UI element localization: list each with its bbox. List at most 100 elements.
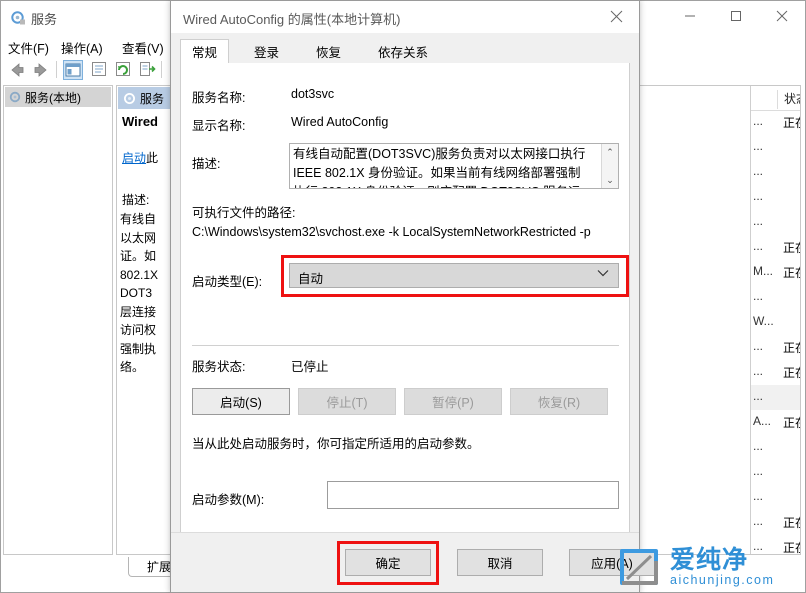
maximize-button[interactable] xyxy=(713,1,759,31)
close-icon[interactable] xyxy=(759,1,805,31)
details-service-title: Wired xyxy=(122,114,158,129)
sidebar-item-services-local[interactable]: 服务(本地) xyxy=(5,87,111,107)
cell-status: 正在... xyxy=(783,266,800,280)
table-row[interactable]: ...手动 xyxy=(751,385,800,410)
service-status-value: 已停止 xyxy=(291,360,329,374)
details-description-line: 络。 xyxy=(120,360,145,374)
forward-arrow-icon[interactable] xyxy=(31,60,51,80)
refresh-icon[interactable] xyxy=(114,60,134,80)
display-name-value: Wired AutoConfig xyxy=(291,115,389,129)
description-label: 描述: xyxy=(192,157,221,171)
cell-name: ... xyxy=(753,139,764,153)
start-service-button[interactable]: 启动(S) xyxy=(192,388,290,415)
executable-path-value: C:\Windows\system32\svchost.exe -k Local… xyxy=(192,225,591,239)
description-textarea[interactable]: 有线自动配置(DOT3SVC)服务负责对以太网接口执行 IEEE 802.1X … xyxy=(289,143,619,189)
dialog-close-icon[interactable] xyxy=(593,1,639,32)
dialog-title: Wired AutoConfig 的属性(本地计算机) xyxy=(183,12,401,27)
cell-name: ... xyxy=(753,464,764,478)
scroll-down-icon[interactable]: ⌄ xyxy=(602,172,618,188)
cell-status: 正在... xyxy=(783,516,800,530)
watermark-cn-text: 爱纯净 xyxy=(670,546,749,574)
start-params-input[interactable] xyxy=(327,481,619,509)
chevron-down-icon xyxy=(597,269,609,280)
table-row[interactable]: ...手动 xyxy=(751,485,800,510)
cell-name: ... xyxy=(753,189,764,203)
service-name-value: dot3svc xyxy=(291,87,335,101)
details-description-label: 描述: xyxy=(122,193,150,207)
cell-status: 正在... xyxy=(783,366,800,380)
cell-name: W... xyxy=(753,314,774,328)
tab-dependencies[interactable]: 依存关系 xyxy=(367,39,439,63)
cell-name: ... xyxy=(753,164,764,178)
details-description-line: DOT3 xyxy=(120,286,153,300)
tab-general[interactable]: 常规 xyxy=(180,39,230,64)
table-row[interactable]: W...手动(触发... xyxy=(751,310,800,335)
column-header-status[interactable]: 状态 xyxy=(777,90,800,109)
details-description-line: 证。如 xyxy=(120,249,157,263)
table-row[interactable]: A...正在...自动 xyxy=(751,410,800,435)
ok-button[interactable]: 确定 xyxy=(345,549,431,576)
details-action-link[interactable]: 启动此 xyxy=(122,149,158,166)
details-description-text: 有线自 以太网 证。如 802.1X DOT3 层连接 访问权 强制执 络。 xyxy=(120,210,176,377)
start-params-label: 启动参数(M): xyxy=(192,493,265,507)
table-row[interactable]: ...手动 xyxy=(751,460,800,485)
sidebar-item-label: 服务(本地) xyxy=(25,90,81,105)
show-hide-tree-icon[interactable] xyxy=(63,60,83,80)
properties-icon[interactable] xyxy=(90,60,110,80)
cell-name: ... xyxy=(753,289,764,303)
tab-recovery[interactable]: 恢复 xyxy=(305,39,352,63)
table-row[interactable]: ...手动(触发... xyxy=(751,160,800,185)
tab-logon[interactable]: 登录 xyxy=(243,39,290,63)
cell-name: ... xyxy=(753,239,764,253)
table-row[interactable]: ...正在...自动 xyxy=(751,510,800,535)
table-row[interactable]: ...正在...手动 xyxy=(751,335,800,360)
details-description-line: 有线自 xyxy=(120,212,157,226)
services-gear-icon xyxy=(122,91,137,106)
cell-name: ... xyxy=(753,439,764,453)
scroll-up-icon[interactable]: ⌃ xyxy=(602,144,618,160)
menu-item-view[interactable]: 查看(V) xyxy=(122,38,164,57)
cell-name: ... xyxy=(753,489,764,503)
dialog-tabstrip: 常规 登录 恢复 依存关系 xyxy=(180,39,630,64)
toolbar-divider-2 xyxy=(161,61,162,78)
pause-service-button: 暂停(P) xyxy=(404,388,502,415)
cell-name: ... xyxy=(753,389,764,403)
table-row[interactable]: ...手动 xyxy=(751,185,800,210)
aichunjing-logo-icon xyxy=(616,547,662,587)
back-arrow-icon[interactable] xyxy=(7,60,27,80)
table-row[interactable]: ...正在...手动 xyxy=(751,360,800,385)
cancel-button[interactable]: 取消 xyxy=(457,549,543,576)
service-status-label: 服务状态: xyxy=(192,360,246,374)
divider xyxy=(192,345,619,346)
dialog-footer: 确定 取消 应用(A) xyxy=(171,532,655,592)
services-gear-icon xyxy=(8,90,22,104)
description-text: 有线自动配置(DOT3SVC)服务负责对以太网接口执行 IEEE 802.1X … xyxy=(293,147,586,188)
services-tree-pane: 服务(本地) xyxy=(3,85,113,555)
cell-name: A... xyxy=(753,414,772,428)
table-row[interactable]: ...手动 xyxy=(751,210,800,235)
menu-item-file[interactable]: 文件(F) xyxy=(8,38,49,57)
minimize-button[interactable] xyxy=(667,1,713,31)
service-properties-dialog: Wired AutoConfig 的属性(本地计算机) 常规 登录 恢复 依存关… xyxy=(170,0,655,593)
services-list-header: 状态 启动类型 xyxy=(751,88,800,111)
resume-service-button: 恢复(R) xyxy=(510,388,608,415)
startup-type-value: 自动 xyxy=(298,272,324,286)
startup-type-combo[interactable]: 自动 xyxy=(289,263,619,288)
details-description-line: 访问权 xyxy=(120,323,157,337)
details-description-line: 以太网 xyxy=(120,230,157,245)
table-row[interactable]: ...正在...手动 xyxy=(751,110,800,135)
table-row[interactable]: ...手动(触发... xyxy=(751,285,800,310)
export-list-icon[interactable] xyxy=(138,60,158,80)
description-scrollbar[interactable]: ⌃ ⌄ xyxy=(601,144,618,188)
menu-item-action[interactable]: 操作(A) xyxy=(61,38,103,57)
cell-name: M... xyxy=(753,264,773,278)
table-row[interactable]: ...手动 xyxy=(751,135,800,160)
cell-name: ... xyxy=(753,214,764,228)
table-row[interactable]: M...正在...手动(触发... xyxy=(751,260,800,285)
table-row[interactable]: ...手动(触发... xyxy=(751,435,800,460)
details-description-line: 层连接 xyxy=(120,304,157,319)
dialog-general-page: 服务名称: dot3svc 显示名称: Wired AutoConfig 描述:… xyxy=(180,63,630,533)
display-name-label: 显示名称: xyxy=(192,119,246,133)
table-row[interactable]: ...正在...自动 xyxy=(751,235,800,260)
service-name-label: 服务名称: xyxy=(192,91,246,105)
